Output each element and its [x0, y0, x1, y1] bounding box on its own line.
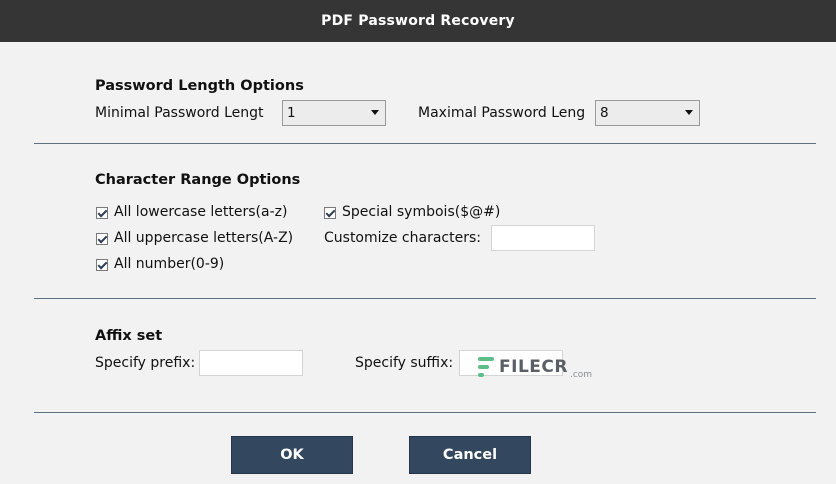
lowercase-label: All lowercase letters(a-z): [114, 204, 288, 220]
number-checkbox[interactable]: [96, 259, 108, 271]
chevron-down-icon: [685, 110, 693, 115]
lowercase-checkbox[interactable]: [96, 207, 108, 219]
prefix-label: Specify prefix:: [95, 355, 196, 371]
ok-button[interactable]: OK: [231, 436, 353, 474]
chevron-down-icon: [371, 110, 379, 115]
suffix-label: Specify suffix:: [355, 355, 454, 371]
section-divider: [34, 143, 816, 144]
password-length-heading: Password Length Options: [95, 78, 304, 94]
cancel-button[interactable]: Cancel: [409, 436, 531, 474]
watermark: FILECR .com: [478, 352, 592, 382]
watermark-suffix: .com: [569, 370, 593, 380]
customize-characters-input[interactable]: [491, 225, 595, 251]
customize-characters-label: Customize characters:: [324, 230, 481, 246]
affix-heading: Affix set: [95, 328, 163, 344]
min-length-value: 1: [287, 105, 296, 121]
prefix-input[interactable]: [199, 350, 303, 376]
min-length-label: Minimal Password Lengt: [95, 105, 264, 121]
filecr-logo-icon: [478, 355, 494, 379]
title-bar: PDF Password Recovery: [0, 0, 836, 42]
uppercase-label: All uppercase letters(A-Z): [114, 230, 294, 246]
window-title: PDF Password Recovery: [321, 13, 515, 29]
uppercase-checkbox[interactable]: [96, 233, 108, 245]
number-label: All number(0-9): [114, 256, 225, 272]
max-length-value: 8: [600, 105, 609, 121]
special-symbols-label: Special symbois($@#): [342, 204, 501, 220]
max-length-select[interactable]: 8: [595, 100, 700, 126]
section-divider: [34, 412, 816, 413]
character-range-heading: Character Range Options: [95, 172, 301, 188]
max-length-label: Maximal Password Leng: [418, 105, 586, 121]
min-length-select[interactable]: 1: [282, 100, 386, 126]
special-symbols-checkbox[interactable]: [324, 207, 336, 219]
section-divider: [34, 298, 816, 299]
watermark-brand: FILECR: [499, 357, 568, 377]
